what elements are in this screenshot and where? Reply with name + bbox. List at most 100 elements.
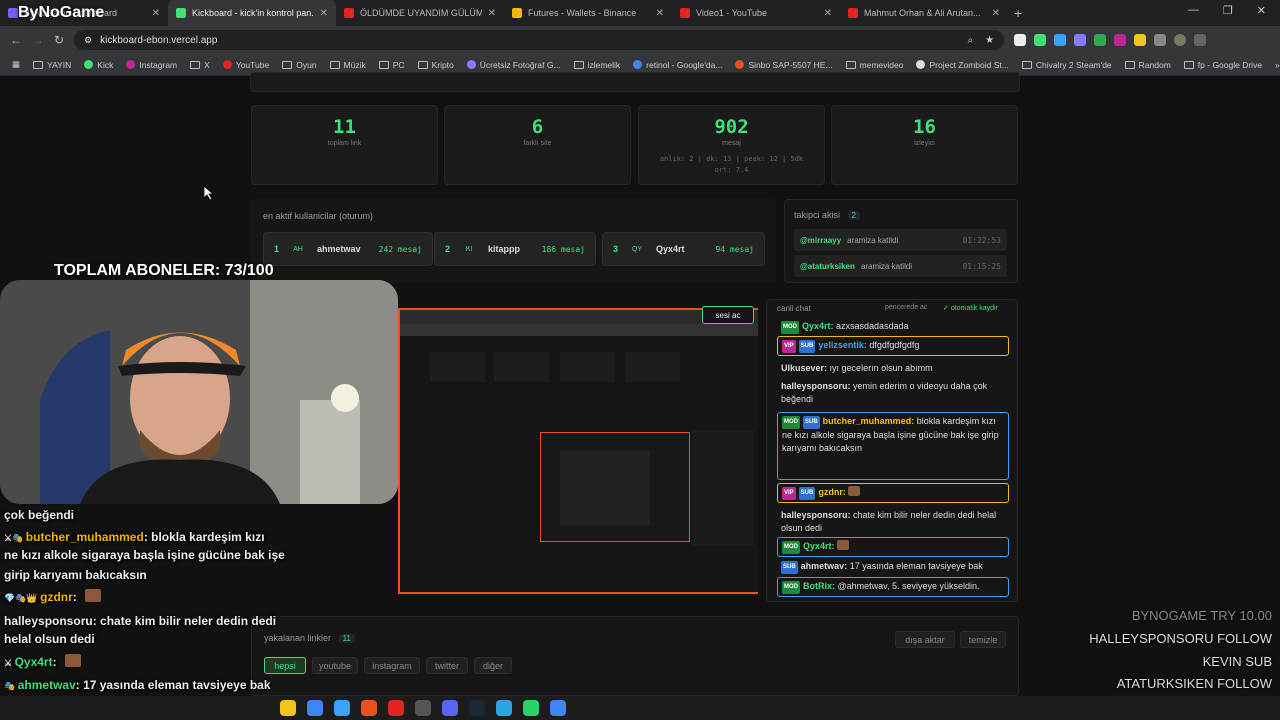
close-tab-icon[interactable]: ✕	[824, 8, 832, 19]
extension-icon[interactable]	[1054, 34, 1067, 46]
chat-username[interactable]: Qyx4rt:	[803, 541, 835, 551]
telegram-icon[interactable]	[496, 700, 512, 716]
forward-icon[interactable]: →	[32, 33, 44, 47]
back-icon[interactable]: ←	[10, 33, 22, 47]
bookmark-item[interactable]: retinol - Google'da...	[633, 60, 722, 70]
discord-icon[interactable]	[442, 700, 458, 716]
chat-username[interactable]: halleysponsoru:	[781, 381, 851, 391]
bookmark-item[interactable]: Oyun	[282, 60, 317, 70]
bookmark-item[interactable]: fp - Google Drive	[1183, 59, 1263, 70]
unmute-button[interactable]: sesi ac	[702, 306, 754, 324]
firefox-icon[interactable]	[361, 700, 377, 716]
export-button[interactable]: dışa aktar	[895, 631, 955, 648]
active-user-row[interactable]: 3 QY Qyx4rt 94 mesaj	[602, 232, 765, 266]
opera-icon[interactable]	[388, 700, 404, 716]
bookmark-item[interactable]: Chivalry 2 Steam'de	[1021, 60, 1112, 70]
bookmark-item[interactable]: Kick	[84, 60, 113, 70]
extension-icon[interactable]	[1014, 34, 1027, 46]
browser-tab[interactable]: Mahmut Orhan & Ali Arutan... ✕	[840, 0, 1008, 26]
tab-title: Video1 - YouTube	[696, 8, 768, 18]
filter-instagram[interactable]: instagram	[364, 657, 420, 674]
bookmark-item[interactable]: Random	[1124, 60, 1171, 70]
chat-username[interactable]: yelizsentik:	[818, 340, 867, 350]
browser-tab[interactable]: Futures - Wallets - Binance ✕	[504, 0, 672, 26]
active-users-title: en aktif kullanicilar (oturum)	[263, 211, 374, 221]
active-user-row[interactable]: 1 AH ahmetwav 242 mesaj	[263, 232, 433, 266]
chat-username[interactable]: ahmetwav:	[801, 561, 848, 571]
filter-other[interactable]: diğer	[474, 657, 512, 674]
chat-username[interactable]: Ulkusever:	[781, 363, 827, 373]
obs-icon[interactable]	[415, 700, 431, 716]
browser-tab[interactable]: Video1 - YouTube ✕	[672, 0, 840, 26]
site-info-icon[interactable]: ⚙	[84, 35, 92, 46]
bookmark-item[interactable]: memevideo	[845, 60, 903, 70]
more-bookmarks-icon[interactable]: »	[1275, 60, 1280, 70]
mail-icon[interactable]	[334, 700, 350, 716]
bookmark-item[interactable]: YAYIN	[33, 60, 71, 70]
close-tab-icon[interactable]: ✕	[656, 8, 664, 19]
chrome-icon[interactable]	[550, 700, 566, 716]
close-tab-icon[interactable]: ✕	[488, 8, 496, 19]
sub-badge-icon: SUB	[781, 561, 798, 574]
address-bar-row: ← → ↻ ⚙ kickboard-ebon.vercel.app ⌕ ★	[0, 26, 1280, 54]
close-tab-icon[interactable]: ✕	[992, 8, 1000, 19]
bookmark-item[interactable]: Kripto	[417, 60, 454, 70]
extension-icon[interactable]	[1134, 34, 1147, 46]
whatsapp-icon[interactable]	[523, 700, 539, 716]
filter-all[interactable]: hepsi	[264, 657, 306, 674]
extension-icon[interactable]	[1034, 34, 1047, 46]
chrome-icon[interactable]	[307, 700, 323, 716]
bookmark-item[interactable]: PC	[378, 60, 405, 70]
webcam-feed	[0, 280, 398, 504]
bookmark-item[interactable]: X	[190, 60, 210, 70]
chat-username[interactable]: BotRix:	[803, 581, 835, 591]
chat-username[interactable]: halleysponsoru:	[781, 510, 851, 520]
bookmark-item[interactable]: izlemelik	[573, 60, 620, 70]
bookmark-item[interactable]: Müzik	[329, 60, 366, 70]
browser-tab[interactable]: ÖLDÜMDE UYANDIM GÜLÜM... ✕	[336, 0, 504, 26]
chat-message: MOD BotRix: @ahmetwav, 5. seviyeye yüksel…	[777, 577, 1009, 597]
minimize-button[interactable]: —	[1188, 4, 1199, 17]
chat-username[interactable]: butcher_muhammed:	[823, 416, 915, 426]
reload-icon[interactable]: ↻	[54, 33, 64, 47]
profile-avatar[interactable]	[1174, 34, 1187, 46]
steam-icon[interactable]	[469, 700, 485, 716]
close-tab-icon[interactable]: ✕	[320, 8, 328, 19]
folder-icon	[1124, 60, 1135, 69]
bookmark-item[interactable]: Instagram	[126, 60, 177, 70]
close-window-button[interactable]: ✕	[1257, 4, 1266, 17]
close-tab-icon[interactable]: ✕	[152, 8, 160, 19]
chat-badge-icon: 💎🎭👑	[4, 593, 41, 603]
file-explorer-icon[interactable]	[280, 700, 296, 716]
preview-card	[625, 352, 680, 382]
chat-username[interactable]: Qyx4rt:	[802, 321, 834, 331]
chat-username[interactable]: gzdnr:	[818, 487, 846, 497]
clear-button[interactable]: temizle	[960, 631, 1006, 648]
bookmark-item[interactable]: Project Zomboid St...	[916, 60, 1009, 70]
bookmark-label: fp - Google Drive	[1197, 59, 1263, 70]
browser-tab[interactable]: Kickboard - kick'in kontrol pan... ✕	[168, 0, 336, 26]
bookmark-item[interactable]: Ücretsiz Fotoğraf G...	[466, 60, 561, 70]
extension-icon[interactable]	[1074, 34, 1087, 46]
overlay-chat-line: ⚔ Qyx4rt:	[4, 653, 81, 672]
bookmark-item[interactable]: Sinbo SAP-5507 HE...	[735, 60, 833, 70]
menu-icon[interactable]	[1194, 34, 1207, 46]
popout-button[interactable]: pencerede ac	[885, 304, 927, 311]
stat-label: toplam link	[327, 140, 362, 147]
extensions-puzzle-icon[interactable]	[1154, 34, 1167, 46]
active-user-row[interactable]: 2 KI kitappp 186 mesaj	[434, 232, 596, 266]
new-tab-button[interactable]: +	[1014, 5, 1022, 21]
zoom-icon[interactable]: ⌕	[967, 35, 973, 46]
maximize-button[interactable]: ❐	[1223, 4, 1233, 17]
bookmark-label: YouTube	[235, 59, 270, 70]
url-text: kickboard-ebon.vercel.app	[100, 34, 218, 46]
bookmark-star-icon[interactable]: ★	[985, 35, 994, 46]
url-input[interactable]: ⚙ kickboard-ebon.vercel.app ⌕ ★	[74, 30, 1005, 50]
bookmark-item[interactable]: YouTube	[222, 59, 270, 70]
extension-icon[interactable]	[1094, 34, 1107, 46]
apps-grid-icon[interactable]: ▦	[12, 59, 20, 70]
autoscroll-toggle[interactable]: ✓ otomatik kaydir	[943, 304, 998, 312]
filter-twitter[interactable]: twitter	[426, 657, 468, 674]
extension-icon[interactable]	[1114, 34, 1127, 46]
filter-youtube[interactable]: youtube	[312, 657, 358, 674]
